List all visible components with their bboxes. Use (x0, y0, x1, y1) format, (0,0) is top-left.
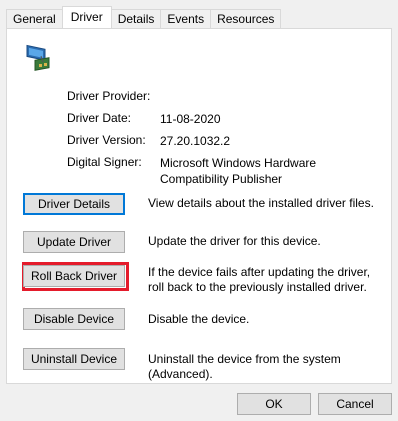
tab-events[interactable]: Events (160, 9, 212, 28)
driver-version-label: Driver Version: (67, 133, 146, 147)
update-driver-description: Update the driver for this device. (148, 234, 321, 248)
tab-driver[interactable]: Driver (61, 6, 112, 28)
roll-back-driver-description: If the device fails after updating the d… (148, 265, 371, 294)
driver-tab-panel: Driver Provider: Driver Date: 11-08-2020… (6, 28, 392, 384)
ok-button[interactable]: OK (237, 393, 311, 415)
cancel-button[interactable]: Cancel (318, 393, 392, 415)
driver-details-description: View details about the installed driver … (148, 196, 374, 210)
tab-strip: General Driver Details Events Resources (6, 6, 282, 28)
driver-provider-label: Driver Provider: (67, 89, 151, 103)
driver-details-button[interactable]: Driver Details (23, 193, 125, 215)
uninstall-device-button[interactable]: Uninstall Device (23, 348, 125, 370)
network-adapter-icon (26, 44, 50, 71)
driver-date-value: 11-08-2020 (160, 112, 221, 126)
digital-signer-value: Microsoft Windows Hardware Compatibility… (160, 156, 317, 186)
tab-details[interactable]: Details (110, 9, 162, 28)
roll-back-driver-button[interactable]: Roll Back Driver (23, 265, 125, 287)
uninstall-device-description: Uninstall the device from the system (Ad… (148, 352, 341, 381)
disable-device-description: Disable the device. (148, 312, 250, 326)
driver-version-value: 27.20.1032.2 (160, 134, 231, 148)
driver-date-label: Driver Date: (67, 111, 132, 125)
digital-signer-label: Digital Signer: (67, 155, 142, 169)
tab-resources[interactable]: Resources (210, 9, 282, 28)
disable-device-button[interactable]: Disable Device (23, 308, 125, 330)
tab-general[interactable]: General (6, 9, 63, 28)
update-driver-button[interactable]: Update Driver (23, 231, 125, 253)
